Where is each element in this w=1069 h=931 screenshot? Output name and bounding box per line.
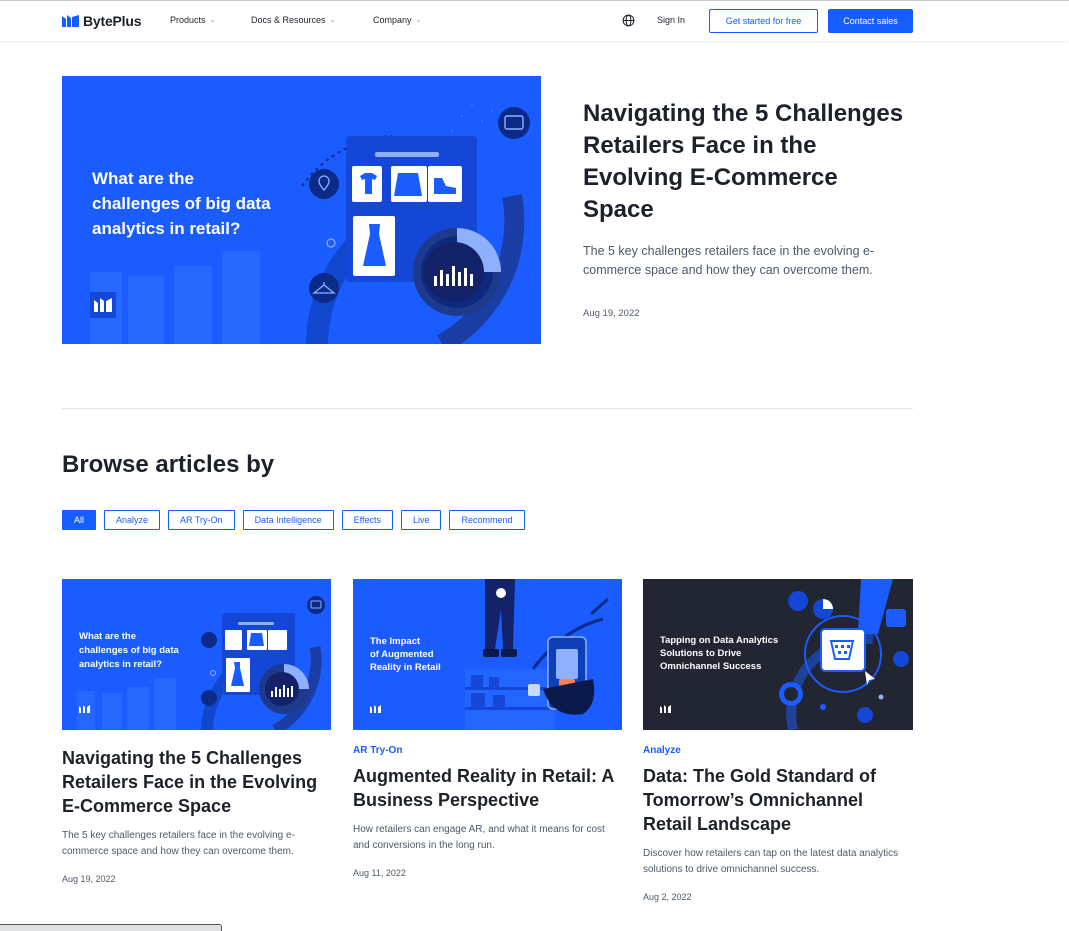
brand-name: BytePlus [83,13,142,29]
get-started-button[interactable]: Get started for free [709,9,818,33]
section-divider [62,408,913,409]
article-card-image[interactable]: The Impact of Augmented Reality in Retai… [353,579,622,730]
filter-all[interactable]: All [62,510,97,530]
featured-article-image[interactable]: What are the challenges of big data anal… [62,76,541,344]
filter-effects[interactable]: Effects [341,510,393,530]
byteplus-logo-icon [62,15,79,27]
featured-image-line-2: challenges of big data [92,194,271,213]
filter-data-intelligence[interactable]: Data Intelligence [242,510,334,530]
card-image-line-1: The Impact [370,636,421,647]
card-image-line-2: of Augmented [370,649,434,660]
nav-docs-resources[interactable]: Docs & Resources ⌄ [251,15,335,25]
card-image-line-3: Reality in Retail [370,662,441,673]
status-tooltip [0,924,222,931]
card-illustration: What are the challenges of big data anal… [62,579,331,730]
filter-live[interactable]: Live [400,510,442,530]
article-card: What are the challenges of big data anal… [62,579,332,884]
sign-in-link[interactable]: Sign In [657,15,685,25]
globe-icon[interactable] [622,14,635,27]
article-card-date: Aug 2, 2022 [643,892,692,902]
category-filters: All Analyze AR Try-On Data Intelligence … [62,510,525,530]
article-card-image[interactable]: Tapping on Data Analytics Solutions to D… [643,579,913,730]
featured-article-date: Aug 19, 2022 [583,308,640,319]
nav-company[interactable]: Company ⌄ [373,15,421,25]
article-card-description: Discover how retailers can tap on the la… [643,848,899,875]
nav-products[interactable]: Products ⌄ [170,15,215,25]
featured-illustration: What are the challenges of big data anal… [62,76,541,344]
featured-article-title[interactable]: Navigating the 5 Challenges Retailers Fa… [583,98,913,226]
article-card: The Impact of Augmented Reality in Retai… [353,579,623,878]
nav-docs-label: Docs & Resources [251,15,326,25]
article-card: Tapping on Data Analytics Solutions to D… [643,579,913,902]
chevron-down-icon: ⌄ [329,17,336,24]
card-image-line-1: What are the [79,631,136,642]
article-card-title[interactable]: Data: The Gold Standard of Tomorrow’s Om… [643,764,913,836]
filter-analyze[interactable]: Analyze [104,510,161,530]
card-image-line-2: Solutions to Drive [660,648,741,659]
card-image-line-3: analytics in retail? [79,659,162,670]
site-header: BytePlus Products ⌄ Docs & Resources ⌄ C… [0,1,1069,41]
browse-section-title: Browse articles by [62,451,275,478]
article-card-description: How retailers can engage AR, and what it… [353,824,605,851]
contact-sales-button[interactable]: Contact sales [828,9,913,33]
article-card-title[interactable]: Navigating the 5 Challenges Retailers Fa… [62,746,332,818]
card-image-line-1: Tapping on Data Analytics [660,635,778,646]
article-card-tag[interactable]: AR Try-On [353,744,623,758]
card-image-line-2: challenges of big data [79,645,179,656]
filter-recommend[interactable]: Recommend [449,510,525,530]
article-card-date: Aug 19, 2022 [62,874,116,884]
article-card-tag[interactable]: Analyze [643,744,913,758]
article-card-title[interactable]: Augmented Reality in Retail: A Business … [353,764,623,812]
card-illustration: Tapping on Data Analytics Solutions to D… [643,579,913,730]
card-image-line-3: Omnichannel Success [660,661,761,672]
card-illustration: The Impact of Augmented Reality in Retai… [353,579,622,730]
brand-logo[interactable]: BytePlus [62,13,142,29]
article-card-image[interactable]: What are the challenges of big data anal… [62,579,331,730]
chevron-down-icon: ⌄ [415,17,422,24]
article-card-description: The 5 key challenges retailers face in t… [62,830,295,857]
featured-image-line-3: analytics in retail? [92,219,240,238]
article-card-date: Aug 11, 2022 [353,868,406,878]
filter-ar-try-on[interactable]: AR Try-On [168,510,235,530]
featured-article-description: The 5 key challenges retailers face in t… [583,244,875,277]
featured-image-line-1: What are the [92,169,194,188]
nav-products-label: Products [170,15,206,25]
nav-company-label: Company [373,15,412,25]
chevron-down-icon: ⌄ [209,17,216,24]
